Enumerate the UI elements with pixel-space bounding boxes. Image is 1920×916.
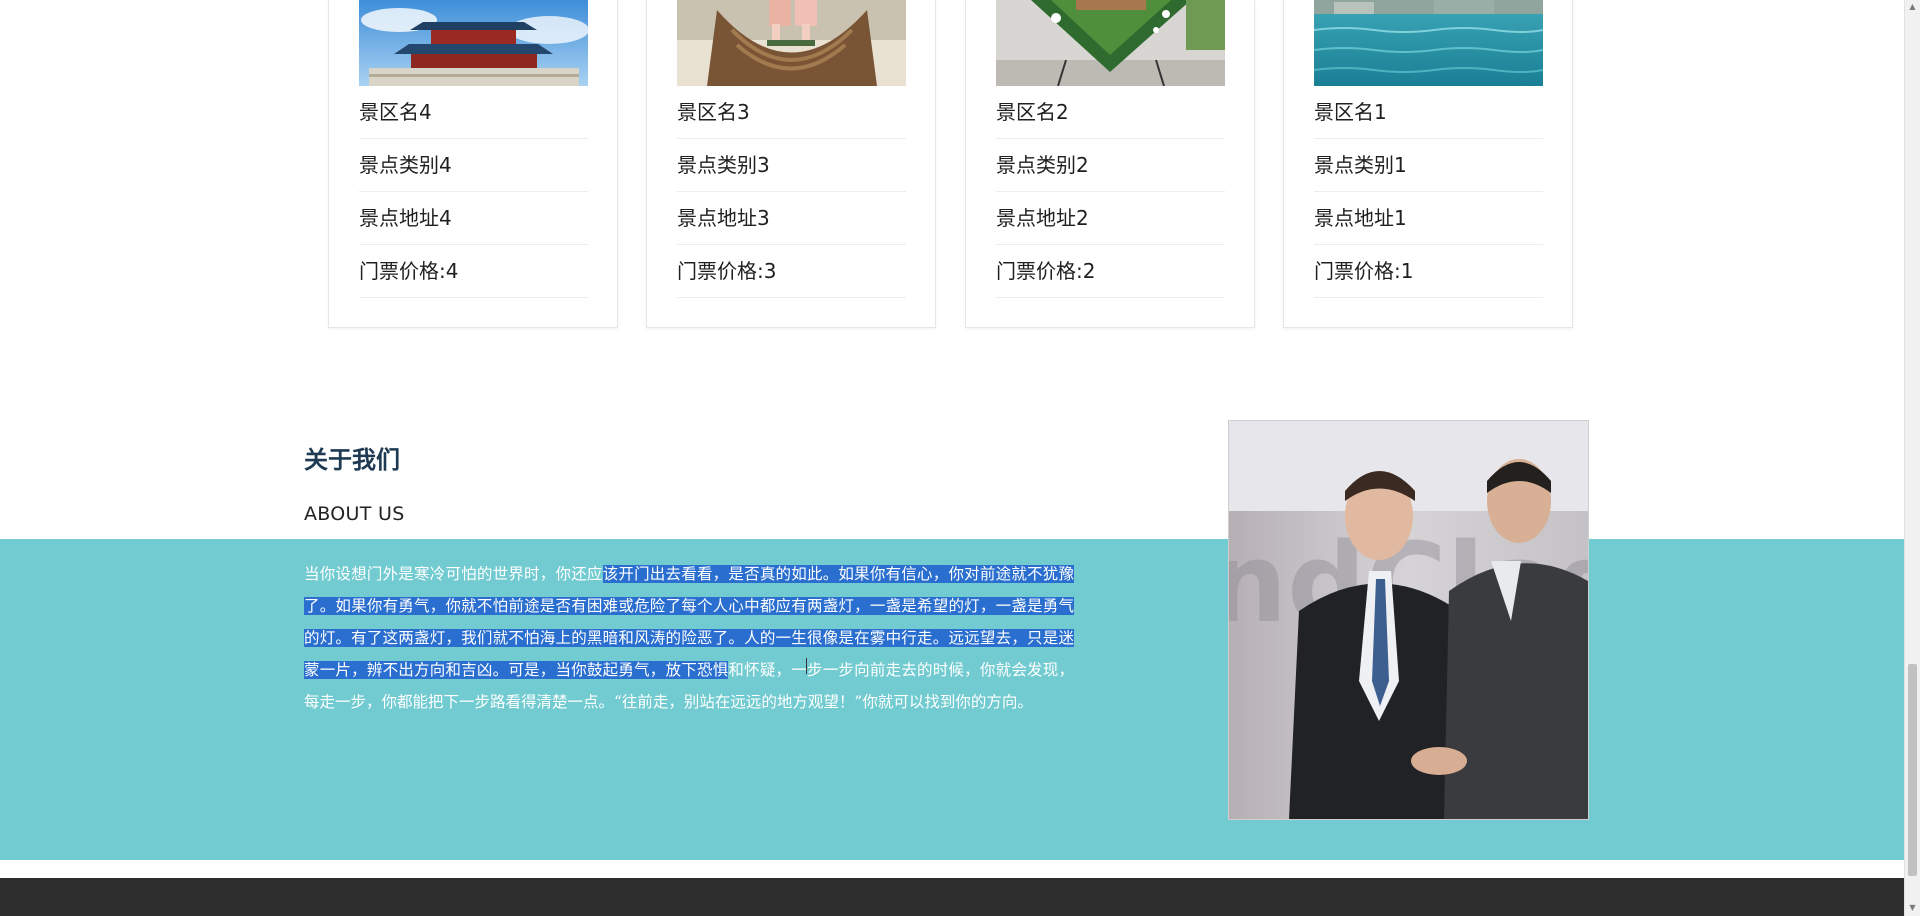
card-ticket-price: 门票价格:1: [1314, 245, 1543, 298]
card-scenic-category: 景点类别4: [359, 139, 588, 192]
card-scenic-name: 景区名1: [1314, 86, 1543, 139]
about-subtitle: ABOUT US: [304, 503, 405, 525]
scenic-card[interactable]: 景区名1 景点类别1 景点地址1 门票价格:1: [1283, 0, 1573, 328]
scroll-thumb[interactable]: [1908, 664, 1917, 876]
business-handshake-photo-icon: ndClass: [1228, 420, 1589, 820]
scenic-card[interactable]: 景区名3 景点类别3 景点地址3 门票价格:3: [646, 0, 936, 328]
card-scenic-address: 景点地址2: [996, 192, 1225, 245]
harbor-photo-icon[interactable]: [1314, 0, 1543, 86]
card-scenic-address: 景点地址3: [677, 192, 906, 245]
scenic-card[interactable]: 景区名2 景点类别2 景点地址2 门票价格:2: [965, 0, 1255, 328]
text-cursor-icon: [806, 658, 814, 674]
about-title: 关于我们: [304, 446, 400, 474]
card-scenic-category: 景点类别2: [996, 139, 1225, 192]
about-text-part: 当你设想门外是寒冷可怕的世界时，你还应: [304, 565, 603, 583]
card-scenic-address: 景点地址4: [359, 192, 588, 245]
scenic-card-list: 景区名4 景点类别4 景点地址4 门票价格:4 景区名3 景点类别3 景点地址3…: [328, 0, 1574, 330]
scroll-up-icon[interactable]: ▲: [1908, 2, 1917, 12]
card-scenic-category: 景点类别3: [677, 139, 906, 192]
page-scrollbar[interactable]: ▲ ▼: [1904, 0, 1920, 916]
card-ticket-price: 门票价格:3: [677, 245, 906, 298]
garden-photo-icon[interactable]: [996, 0, 1225, 86]
card-ticket-price: 门票价格:2: [996, 245, 1225, 298]
scroll-down-icon[interactable]: ▼: [1908, 903, 1917, 913]
card-scenic-category: 景点类别1: [1314, 139, 1543, 192]
scenic-card[interactable]: 景区名4 景点类别4 景点地址4 门票价格:4: [328, 0, 618, 328]
page-footer: [0, 878, 1904, 916]
card-scenic-name: 景区名3: [677, 86, 906, 139]
card-scenic-name: 景区名4: [359, 86, 588, 139]
about-text[interactable]: 当你设想门外是寒冷可怕的世界时，你还应该开门出去看看，是否真的如此。如果你有信心…: [304, 558, 1074, 718]
chair-photo-icon[interactable]: [677, 0, 906, 86]
card-ticket-price: 门票价格:4: [359, 245, 588, 298]
card-scenic-name: 景区名2: [996, 86, 1225, 139]
card-scenic-address: 景点地址1: [1314, 192, 1543, 245]
temple-photo-icon[interactable]: [359, 0, 588, 86]
